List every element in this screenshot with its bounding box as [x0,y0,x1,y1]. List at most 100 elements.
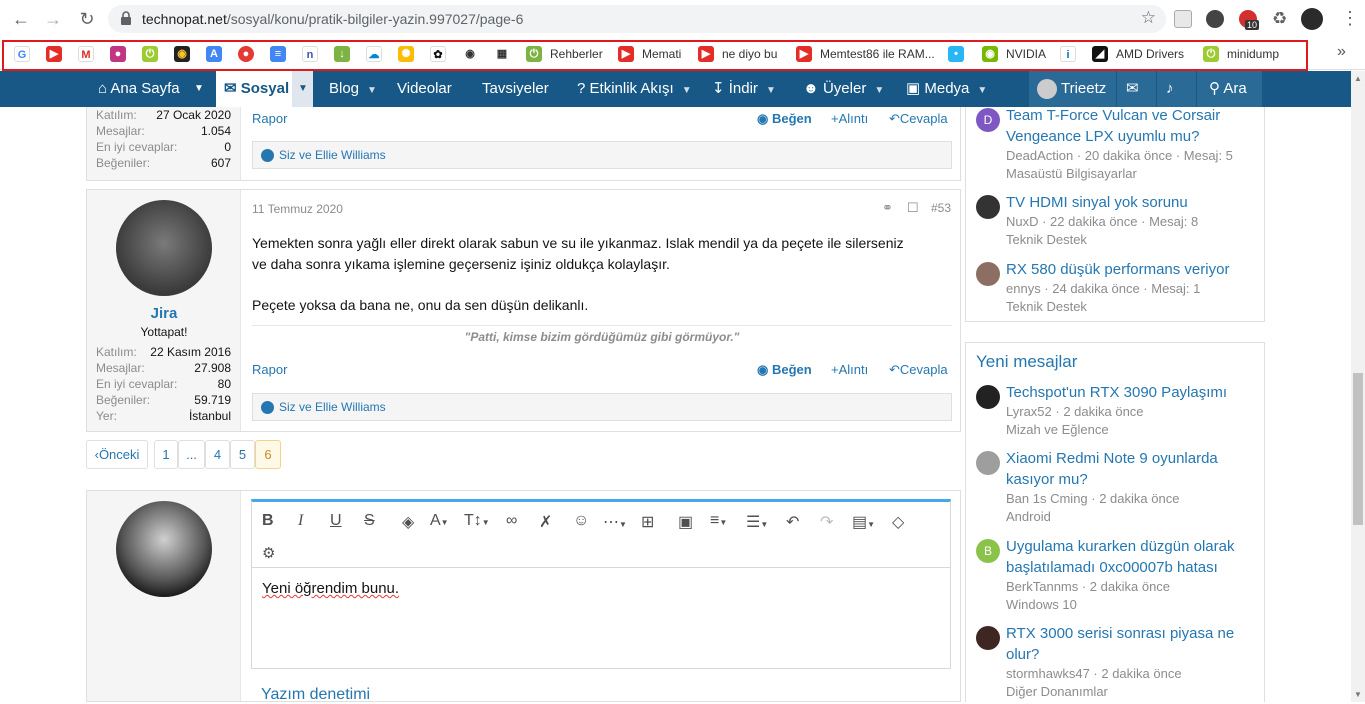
post-number[interactable]: #53 [931,201,951,215]
thread-forum[interactable]: Windows 10 [1006,597,1077,612]
bookmark-gmail[interactable]: M [78,44,102,64]
bookmark-windows[interactable]: ▦ [494,44,518,64]
quote-button[interactable]: +Alıntı [831,111,868,126]
quote-button[interactable]: +Alıntı [831,362,868,377]
like-button[interactable]: ◉ Beğen [757,362,812,378]
more-options-icon[interactable]: ⋯▼ [603,512,627,532]
more-bookmarks-icon[interactable]: » [1337,43,1346,61]
bookmark-site[interactable]: • [948,44,972,64]
bookmark-ne-diyo-bu[interactable]: ▶ ne diyo bu [698,44,777,64]
bookmark-photos[interactable]: ✺ [398,44,422,64]
rich-text-editor[interactable]: B I U S ◈ A▼ T↕▼ ∞ ✗ ☺ ⋯▼ ⊞ ▣ ≡▼ ☰▼ ↶ ↷ … [251,499,951,669]
bookmark-translate[interactable]: A [206,44,230,64]
nav-home[interactable]: ⌂ Ana Sayfa [98,71,180,107]
puzzle-icon[interactable]: ♻ [1272,9,1287,29]
bookmark-youtube[interactable]: ▶ [46,44,70,64]
avatar[interactable]: B [976,539,1000,563]
bookmark-site[interactable]: n [302,44,326,64]
scrollbar-thumb[interactable] [1353,373,1363,525]
align-icon[interactable]: ☰▼ [746,512,768,532]
back-icon[interactable]: ← [10,9,32,31]
post-date[interactable]: 11 Temmuz 2020 [252,202,343,216]
nav-members[interactable]: ☻ Üyeler ▼ [803,71,884,107]
reply-button[interactable]: ↶Cevapla [889,362,948,378]
avatar[interactable] [976,626,1000,650]
underline-icon[interactable]: U [330,512,342,530]
username[interactable]: Jira [87,305,241,322]
bell-icon[interactable]: ♪ [1166,71,1174,107]
thread-forum[interactable]: Teknik Destek [1006,299,1087,314]
nav-social[interactable]: ✉ Sosyal [224,71,289,107]
report-link[interactable]: Rapor [252,111,287,126]
scroll-down-icon[interactable]: ▼ [1354,690,1362,699]
nav-download[interactable]: ↧ İndir ▼ [712,71,776,107]
avatar[interactable]: D [976,108,1000,132]
avatar[interactable] [976,262,1000,286]
bookmark-instagram[interactable]: ● [110,44,134,64]
thread-forum[interactable]: Teknik Destek [1006,232,1087,247]
strikethrough-icon[interactable]: S [364,512,375,530]
user-avatar[interactable] [1037,79,1057,99]
spellcheck-link[interactable]: Yazım denetimi [261,686,370,704]
pagination-prev[interactable]: ‹Önceki [86,440,148,469]
nav-blog[interactable]: Blog ▼ [329,71,377,107]
bookmark-download[interactable]: ↓ [334,44,358,64]
unlink-icon[interactable]: ✗ [539,512,552,532]
redo-icon[interactable]: ↷ [820,512,833,532]
avatar[interactable] [976,451,1000,475]
bookmark-amd[interactable]: ◢ AMD Drivers [1092,44,1184,64]
scroll-up-icon[interactable]: ▲ [1354,74,1362,83]
thread-title[interactable]: Xiaomi Redmi Note 9 oyunlarda kasıyor mu? [1006,448,1256,490]
thread-title[interactable]: Techspot'un RTX 3090 Paylaşımı [1006,382,1256,403]
avatar[interactable] [116,200,212,296]
avatar[interactable] [976,195,1000,219]
bookmark-memtest[interactable]: ▶ Memtest86 ile RAM... [796,44,935,64]
forward-icon[interactable]: → [42,9,64,31]
address-bar[interactable]: technopat.net/sosyal/konu/pratik-bilgile… [108,5,1166,33]
table-icon[interactable]: ⊞ [641,512,654,532]
bookmark-star-icon[interactable]: ☆ [1141,8,1156,28]
inbox-icon[interactable]: ✉ [1126,71,1139,107]
like-button[interactable]: ◉ Beğen [757,111,812,127]
profile-avatar[interactable] [1301,8,1323,30]
avatar[interactable] [976,385,1000,409]
likes-bar[interactable]: Siz ve Ellie Williams [252,393,952,421]
thread-title[interactable]: Uygulama kurarken düzgün olarak başlatıla… [1006,536,1256,578]
thread-forum[interactable]: Diğer Donanımlar [1006,684,1108,699]
bookmark-film[interactable]: ✿ [430,44,454,64]
italic-icon[interactable]: I [298,512,303,530]
page-link[interactable]: 1 [154,440,178,469]
chevron-down-icon[interactable]: ▼ [194,71,204,107]
editor-text[interactable]: Yeni öğrendim bunu. [262,580,399,597]
chevron-down-icon[interactable]: ▼ [298,71,308,107]
link-icon[interactable]: ∞ [506,512,517,530]
undo-icon[interactable]: ↶ [786,512,799,532]
nav-activity[interactable]: ? Etkinlik Akışı ▼ [577,71,692,107]
camera-icon[interactable]: ▣ [678,512,693,532]
bookmark-minidump[interactable]: ⏻ minidump [1203,44,1279,64]
thread-forum[interactable]: Android [1006,509,1051,524]
bookmark-power[interactable]: ⏻ [142,44,166,64]
thread-title[interactable]: Team T-Force Vulcan ve Corsair Vengeance … [1006,105,1256,147]
page-link[interactable]: 4 [205,440,230,469]
likes-bar[interactable]: Siz ve Ellie Williams [252,141,952,169]
report-link[interactable]: Rapor [252,362,287,377]
thread-forum[interactable]: Masaüstü Bilgisayarlar [1006,166,1137,181]
bookmark-cloud[interactable]: ☁ [366,44,390,64]
font-size-icon[interactable]: T↕▼ [464,512,490,530]
share-icon[interactable]: ⚭ [882,200,893,216]
bold-icon[interactable]: B [262,512,274,530]
reload-icon[interactable]: ↻ [76,9,98,31]
bookmark-docs[interactable]: ≡ [270,44,294,64]
nav-videos[interactable]: Videolar [397,71,452,107]
extension-icon[interactable] [1174,10,1192,28]
extension-icon[interactable] [1206,10,1224,28]
eraser-icon[interactable]: ◇ [892,512,904,532]
avatar[interactable] [116,501,212,597]
thread-forum[interactable]: Mizah ve Eğlence [1006,422,1109,437]
bookmark-google[interactable]: G [14,44,38,64]
bookmark-nvidia[interactable]: ◉ NVIDIA [982,44,1046,64]
sidebar-heading[interactable]: Yeni mesajlar [976,352,1077,372]
bookmark-site[interactable]: ● [238,44,262,64]
bookmark-rehberler[interactable]: ⏻ Rehberler [526,44,603,64]
